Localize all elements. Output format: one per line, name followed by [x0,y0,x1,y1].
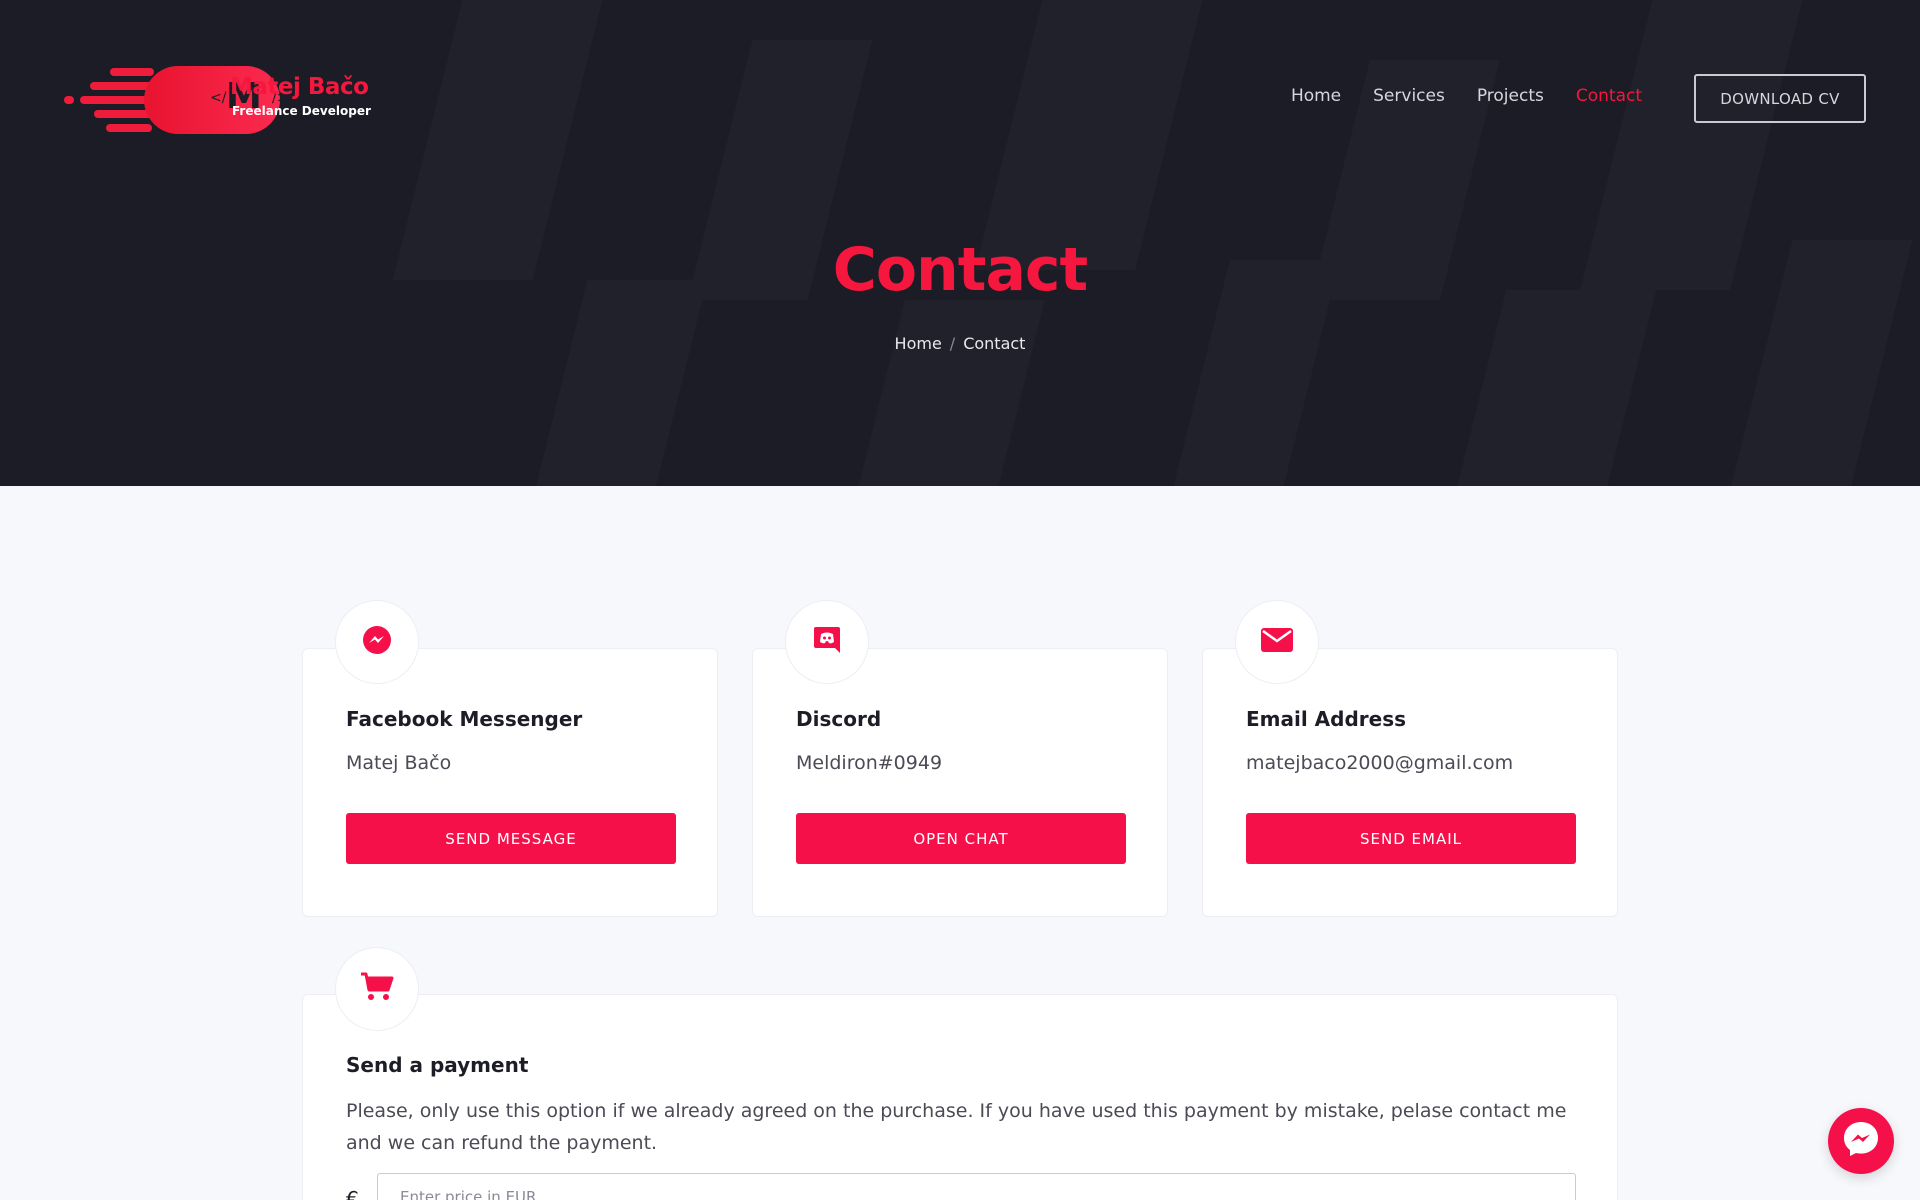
messenger-card: Facebook Messenger Matej Bačo SEND MESSA… [302,648,718,917]
payment-title: Send a payment [346,1053,529,1077]
discord-card: Discord Meldiron#0949 OPEN CHAT [752,648,1168,917]
logo-code-open: </ [210,90,227,106]
payment-description: Please, only use this option if we alrea… [346,1100,1567,1154]
messenger-icon [362,625,392,659]
brand-name: Matej Bačo [230,74,369,100]
discord-icon [813,625,841,659]
envelope-icon [1261,628,1293,656]
messenger-chat-button[interactable] [1828,1108,1894,1174]
card-title: Email Address [1246,707,1407,731]
card-value: matejbaco2000@gmail.com [1246,752,1514,774]
card-value: Meldiron#0949 [796,752,943,774]
card-title: Discord [796,707,882,731]
envelope-icon-circle [1235,600,1319,684]
send-email-button[interactable]: SEND EMAIL [1246,813,1576,864]
payment-card: Send a payment Please, only use this opt… [302,994,1618,1200]
card-value: Matej Bačo [346,752,452,774]
nav-home[interactable]: Home [1291,86,1341,106]
page-title: Contact [832,235,1088,305]
hero-section: </ M /> Matej Bačo Freelance Developer H… [0,0,1920,486]
brand-logo[interactable]: </ M /> Matej Bačo Freelance Developer [60,62,380,138]
breadcrumb-separator: / [949,334,956,353]
card-title: Facebook Messenger [346,707,583,731]
cart-icon-circle [335,947,419,1031]
breadcrumb-home[interactable]: Home [895,334,942,353]
nav-services[interactable]: Services [1373,86,1445,106]
messenger-icon [1841,1119,1881,1163]
messenger-icon-circle [335,600,419,684]
download-cv-button[interactable]: DOWNLOAD CV [1694,74,1866,123]
nav-projects[interactable]: Projects [1477,86,1544,106]
breadcrumb: Home / Contact [0,334,1920,353]
currency-symbol: € [346,1187,359,1200]
breadcrumb-current: Contact [963,334,1026,353]
discord-icon-circle [785,600,869,684]
open-chat-button[interactable]: OPEN CHAT [796,813,1126,864]
price-input[interactable] [377,1173,1576,1200]
nav-contact[interactable]: Contact [1576,86,1642,106]
main-nav: Home Services Projects Contact [1291,86,1642,106]
email-card: Email Address matejbaco2000@gmail.com SE… [1202,648,1618,917]
send-message-button[interactable]: SEND MESSAGE [346,813,676,864]
brand-role: Freelance Developer [232,104,371,118]
cart-icon [360,972,394,1006]
